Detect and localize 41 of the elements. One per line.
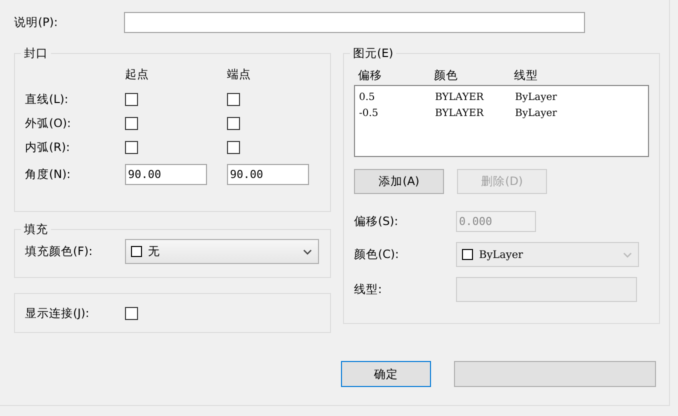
color-swatch-icon <box>462 249 473 260</box>
field-label: 显示连接(J): <box>25 306 90 320</box>
chevron-down-icon <box>623 252 632 258</box>
checkbox[interactable] <box>125 93 138 106</box>
checkbox[interactable] <box>125 117 138 130</box>
field-label: 说明(P): <box>14 14 59 30</box>
checkbox[interactable] <box>227 93 240 106</box>
list-cell[interactable]: BYLAYER <box>435 92 515 102</box>
column-header: 偏移 <box>358 68 383 82</box>
add-button[interactable]: 添加(A) <box>354 169 444 194</box>
field-label: 偏移(S): <box>354 214 400 229</box>
chevron-down-icon <box>303 249 312 255</box>
field-label: 角度(N): <box>25 167 72 182</box>
field-label: 线型: <box>354 282 383 297</box>
group-title: 封口 <box>23 46 49 61</box>
list-cell[interactable]: BYLAYER <box>435 108 515 118</box>
checkbox[interactable] <box>227 117 240 130</box>
field-label: 颜色(C): <box>354 247 400 262</box>
list-cell[interactable]: ByLayer <box>515 92 595 102</box>
column-header: 起点 <box>125 67 150 83</box>
description-field[interactable] <box>124 12 585 32</box>
column-header: 线型 <box>514 68 539 82</box>
angle-field[interactable]: 90.00 <box>227 164 309 185</box>
column-header: 颜色 <box>434 68 459 82</box>
checkbox[interactable] <box>227 141 240 154</box>
field-label: 外弧(O): <box>25 116 72 131</box>
checkbox[interactable] <box>125 141 138 154</box>
ok-button[interactable]: 确定 <box>341 361 431 387</box>
group-title: 填充 <box>23 222 49 237</box>
field-label: 直线(L): <box>25 92 70 107</box>
checkbox[interactable] <box>125 306 138 320</box>
fill-color-dropdown[interactable]: 无 <box>125 239 319 264</box>
list-cell[interactable]: 0.5 <box>359 92 435 102</box>
column-header: 端点 <box>227 67 252 83</box>
field-label: 内弧(R): <box>25 140 71 155</box>
list-cell[interactable]: ByLayer <box>515 108 595 118</box>
field-label: 填充颜色(F): <box>25 244 94 259</box>
color-swatch-icon <box>131 246 142 257</box>
list-cell[interactable]: -0.5 <box>359 108 435 118</box>
group-title: 图元(E) <box>352 46 394 61</box>
angle-field[interactable]: 90.00 <box>125 164 207 185</box>
